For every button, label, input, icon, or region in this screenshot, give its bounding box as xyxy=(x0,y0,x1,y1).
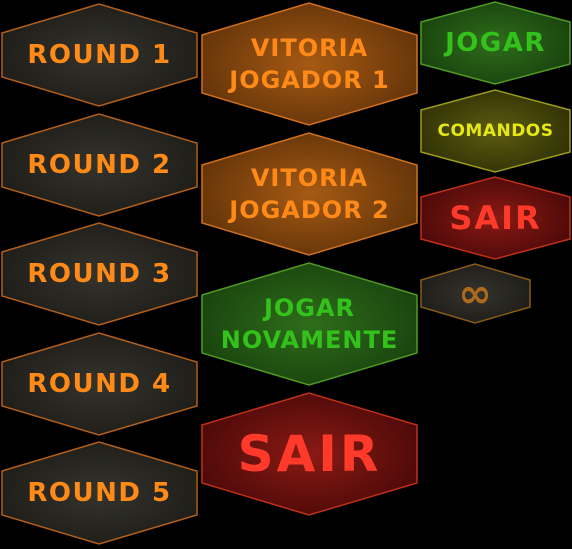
play-button[interactable]: JOGAR xyxy=(420,1,571,85)
controls-label: COMANDOS xyxy=(437,121,554,141)
quit-large-button[interactable]: SAIR xyxy=(201,392,418,516)
round-2-label: ROUND 2 xyxy=(27,150,172,180)
play-again-label: JOGAR NOVAMENTE xyxy=(201,262,418,386)
round-3-label: ROUND 3 xyxy=(27,259,172,289)
infinity-icon: ∞ xyxy=(420,263,531,324)
play-again-line1: JOGAR xyxy=(263,294,356,322)
quit-small-button[interactable]: SAIR xyxy=(420,176,571,260)
victory-player1-label: VITORIA JOGADOR 1 xyxy=(201,2,418,126)
round-1-banner: ROUND 1 xyxy=(1,3,198,107)
play-again-button[interactable]: JOGAR NOVAMENTE xyxy=(201,262,418,386)
victory-player1-line1: VITORIA xyxy=(250,34,369,62)
round-1-label: ROUND 1 xyxy=(27,40,172,70)
quit-large-label: SAIR xyxy=(237,425,382,483)
round-4-banner: ROUND 4 xyxy=(1,332,198,436)
victory-player1-line2: JOGADOR 1 xyxy=(229,66,390,94)
victory-player2-line1: VITORIA xyxy=(250,164,369,192)
round-2-banner: ROUND 2 xyxy=(1,113,198,217)
round-5-label: ROUND 5 xyxy=(27,478,172,508)
infinity-symbol: ∞ xyxy=(458,270,493,317)
round-4-label: ROUND 4 xyxy=(27,369,172,399)
round-3-banner: ROUND 3 xyxy=(1,222,198,326)
victory-player1-banner: VITORIA JOGADOR 1 xyxy=(201,2,418,126)
infinity-button[interactable]: ∞ xyxy=(420,263,531,324)
victory-player2-banner: VITORIA JOGADOR 2 xyxy=(201,132,418,256)
victory-player2-label: VITORIA JOGADOR 2 xyxy=(201,132,418,256)
victory-player2-line2: JOGADOR 2 xyxy=(229,196,390,224)
controls-button[interactable]: COMANDOS xyxy=(420,89,571,173)
play-label: JOGAR xyxy=(445,28,546,58)
round-5-banner: ROUND 5 xyxy=(1,441,198,545)
play-again-line2: NOVAMENTE xyxy=(220,326,399,354)
quit-small-label: SAIR xyxy=(449,199,542,237)
